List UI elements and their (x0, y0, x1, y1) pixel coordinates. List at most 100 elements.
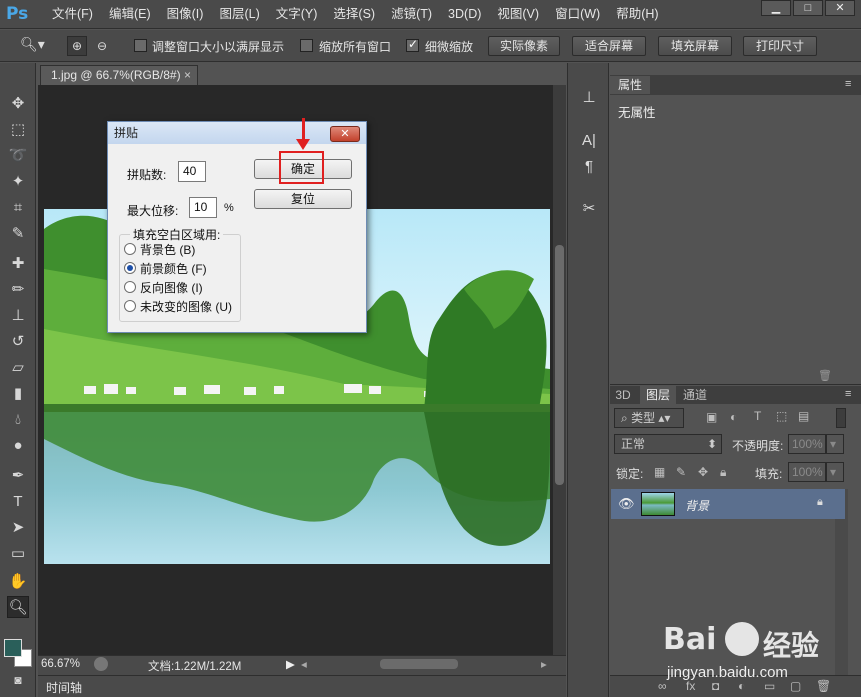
filter-smart-icon[interactable]: ▤ (798, 409, 809, 423)
lock-pixels-icon[interactable]: ✎ (676, 465, 686, 479)
menu-select[interactable]: 选择(S) (325, 0, 383, 29)
minimize-button[interactable]: ▁ (761, 0, 791, 16)
quick-mask-icon[interactable]: ◙ (7, 669, 29, 691)
menu-view[interactable]: 视图(V) (489, 0, 547, 29)
fill-inverse-radio[interactable] (124, 281, 136, 293)
filter-type-icon[interactable]: T (754, 409, 761, 423)
fill-screen-button[interactable]: 填充屏幕 (658, 36, 732, 56)
marquee-tool-icon[interactable]: ⬚ (7, 119, 29, 141)
tab-layers[interactable]: 图层 (640, 386, 676, 404)
crop-tool-icon[interactable]: ⌗ (7, 197, 29, 219)
lock-position-icon[interactable]: ✥ (698, 465, 708, 479)
tiles-count-input[interactable]: 40 (178, 161, 206, 182)
menu-window[interactable]: 窗口(W) (547, 0, 608, 29)
fill-unaltered-radio[interactable] (124, 300, 136, 312)
zoom-level[interactable]: 66.67% (41, 658, 80, 670)
close-button[interactable]: ✕ (825, 0, 855, 16)
filter-adjustment-icon[interactable]: ◐ (730, 410, 737, 424)
no-properties-text: 无属性 (618, 106, 656, 120)
menu-type[interactable]: 文字(Y) (268, 0, 326, 29)
path-selection-icon[interactable]: ➤ (7, 517, 29, 539)
eraser-tool-icon[interactable]: ▱ (7, 357, 29, 379)
character-panel-icon[interactable]: A| (578, 130, 600, 152)
lasso-tool-icon[interactable]: ➰ (7, 145, 29, 167)
hand-tool-icon[interactable]: ✋ (7, 571, 29, 593)
scroll-right-icon[interactable]: ▸ (541, 657, 547, 671)
reset-button[interactable]: 复位 (254, 189, 352, 209)
move-tool-icon[interactable]: ✥ (7, 93, 29, 115)
zoom-in-icon[interactable]: ⊕ (67, 36, 87, 56)
blend-mode-select[interactable]: 正常 ⬍ (614, 434, 722, 454)
fit-screen-button[interactable]: 适合屏幕 (572, 36, 646, 56)
pen-tool-icon[interactable]: ✒ (7, 465, 29, 487)
shape-tool-icon[interactable]: ▭ (7, 543, 29, 565)
properties-menu-icon[interactable]: ≡ (845, 78, 851, 90)
menu-file[interactable]: 文件(F) (44, 0, 101, 29)
lock-transparent-icon[interactable]: ▦ (654, 465, 665, 479)
fill-background-radio[interactable] (124, 243, 136, 255)
history-brush-icon[interactable]: ↺ (7, 331, 29, 353)
scroll-left-icon[interactable]: ◂ (301, 657, 307, 671)
zoom-all-checkbox[interactable] (300, 39, 313, 52)
menu-3d[interactable]: 3D(D) (440, 0, 489, 29)
dialog-close-button[interactable]: ✕ (330, 126, 360, 142)
print-size-button[interactable]: 打印尺寸 (743, 36, 817, 56)
horizontal-scroll-thumb[interactable] (380, 659, 458, 669)
properties-delete-icon[interactable]: 🗑︎ (818, 369, 832, 382)
fill-dropdown-icon[interactable]: ▾ (826, 462, 844, 482)
layer-name[interactable]: 背景 (685, 497, 709, 514)
fill-foreground-radio[interactable] (124, 262, 136, 274)
menu-layer[interactable]: 图层(L) (211, 0, 267, 29)
fill-inverse-label[interactable]: 反向图像 (I) (140, 279, 203, 296)
vertical-scroll-thumb[interactable] (555, 245, 564, 485)
fill-field[interactable]: 100% (788, 462, 826, 482)
actual-pixels-button[interactable]: 实际像素 (488, 36, 560, 56)
max-offset-input[interactable]: 10 (189, 197, 217, 218)
zoom-tool-preset-icon[interactable]: 🔍︎▾ (20, 36, 50, 56)
status-menu-arrow-icon[interactable]: ▶ (286, 657, 295, 671)
scrubby-zoom-checkbox[interactable] (406, 37, 419, 52)
history-panel-icon[interactable]: ⊥ (578, 87, 600, 109)
properties-tab[interactable]: 属性 (610, 76, 650, 94)
fill-label: 填充: (755, 467, 783, 481)
fill-foreground-label[interactable]: 前景颜色 (F) (140, 260, 207, 277)
lock-all-icon[interactable]: 🔒︎ (720, 465, 726, 480)
fill-background-label[interactable]: 背景色 (B) (140, 241, 195, 258)
filter-pixel-icon[interactable]: ▣ (706, 410, 717, 424)
layer-row-background[interactable]: 👁︎ 背景 🔒︎ (611, 489, 845, 519)
blur-tool-icon[interactable]: 💧︎ (7, 409, 29, 431)
status-info-icon[interactable] (94, 657, 108, 671)
layer-filter-select[interactable]: ⌕ 类型 ▴▾ (614, 408, 684, 428)
resize-windows-checkbox[interactable] (134, 39, 147, 52)
menu-image[interactable]: 图像(I) (159, 0, 212, 29)
tab-3d[interactable]: 3D (610, 386, 636, 404)
opacity-field[interactable]: 100% (788, 434, 826, 454)
layers-menu-icon[interactable]: ≡ (845, 388, 851, 400)
dodge-tool-icon[interactable]: ● (7, 435, 29, 457)
healing-brush-icon[interactable]: ✚ (7, 253, 29, 275)
paragraph-panel-icon[interactable]: ¶ (578, 156, 600, 178)
stamp-tool-icon[interactable]: ⊥ (7, 305, 29, 327)
fill-unaltered-label[interactable]: 未改变的图像 (U) (140, 298, 232, 315)
menu-filter[interactable]: 滤镜(T) (383, 0, 440, 29)
tab-close-icon[interactable]: × (184, 66, 191, 84)
document-tab[interactable]: 1.jpg @ 66.7%(RGB/8#) × (40, 65, 198, 85)
foreground-color-swatch-front[interactable] (4, 639, 22, 657)
eyedropper-icon[interactable]: ✎ (7, 223, 29, 245)
tab-channels[interactable]: 通道 (680, 386, 710, 404)
zoom-tool-icon[interactable]: 🔍︎ (7, 596, 29, 618)
timeline-tab[interactable]: 时间轴 (46, 679, 82, 696)
filter-toggle[interactable] (836, 408, 846, 428)
filter-shape-icon[interactable]: ⬚ (776, 409, 787, 423)
magic-wand-icon[interactable]: ✦ (7, 171, 29, 193)
maximize-button[interactable]: □ (793, 0, 823, 16)
brush-tool-icon[interactable]: ✏ (7, 279, 29, 301)
opacity-dropdown-icon[interactable]: ▾ (826, 434, 844, 454)
menu-edit[interactable]: 编辑(E) (101, 0, 159, 29)
tool-presets-icon[interactable]: ✂ (578, 198, 600, 220)
menu-help[interactable]: 帮助(H) (608, 0, 666, 29)
zoom-out-icon[interactable]: ⊖ (92, 36, 112, 56)
gradient-tool-icon[interactable]: ▮ (7, 383, 29, 405)
visibility-eye-icon[interactable]: 👁︎ (618, 496, 635, 512)
type-tool-icon[interactable]: T (7, 491, 29, 513)
